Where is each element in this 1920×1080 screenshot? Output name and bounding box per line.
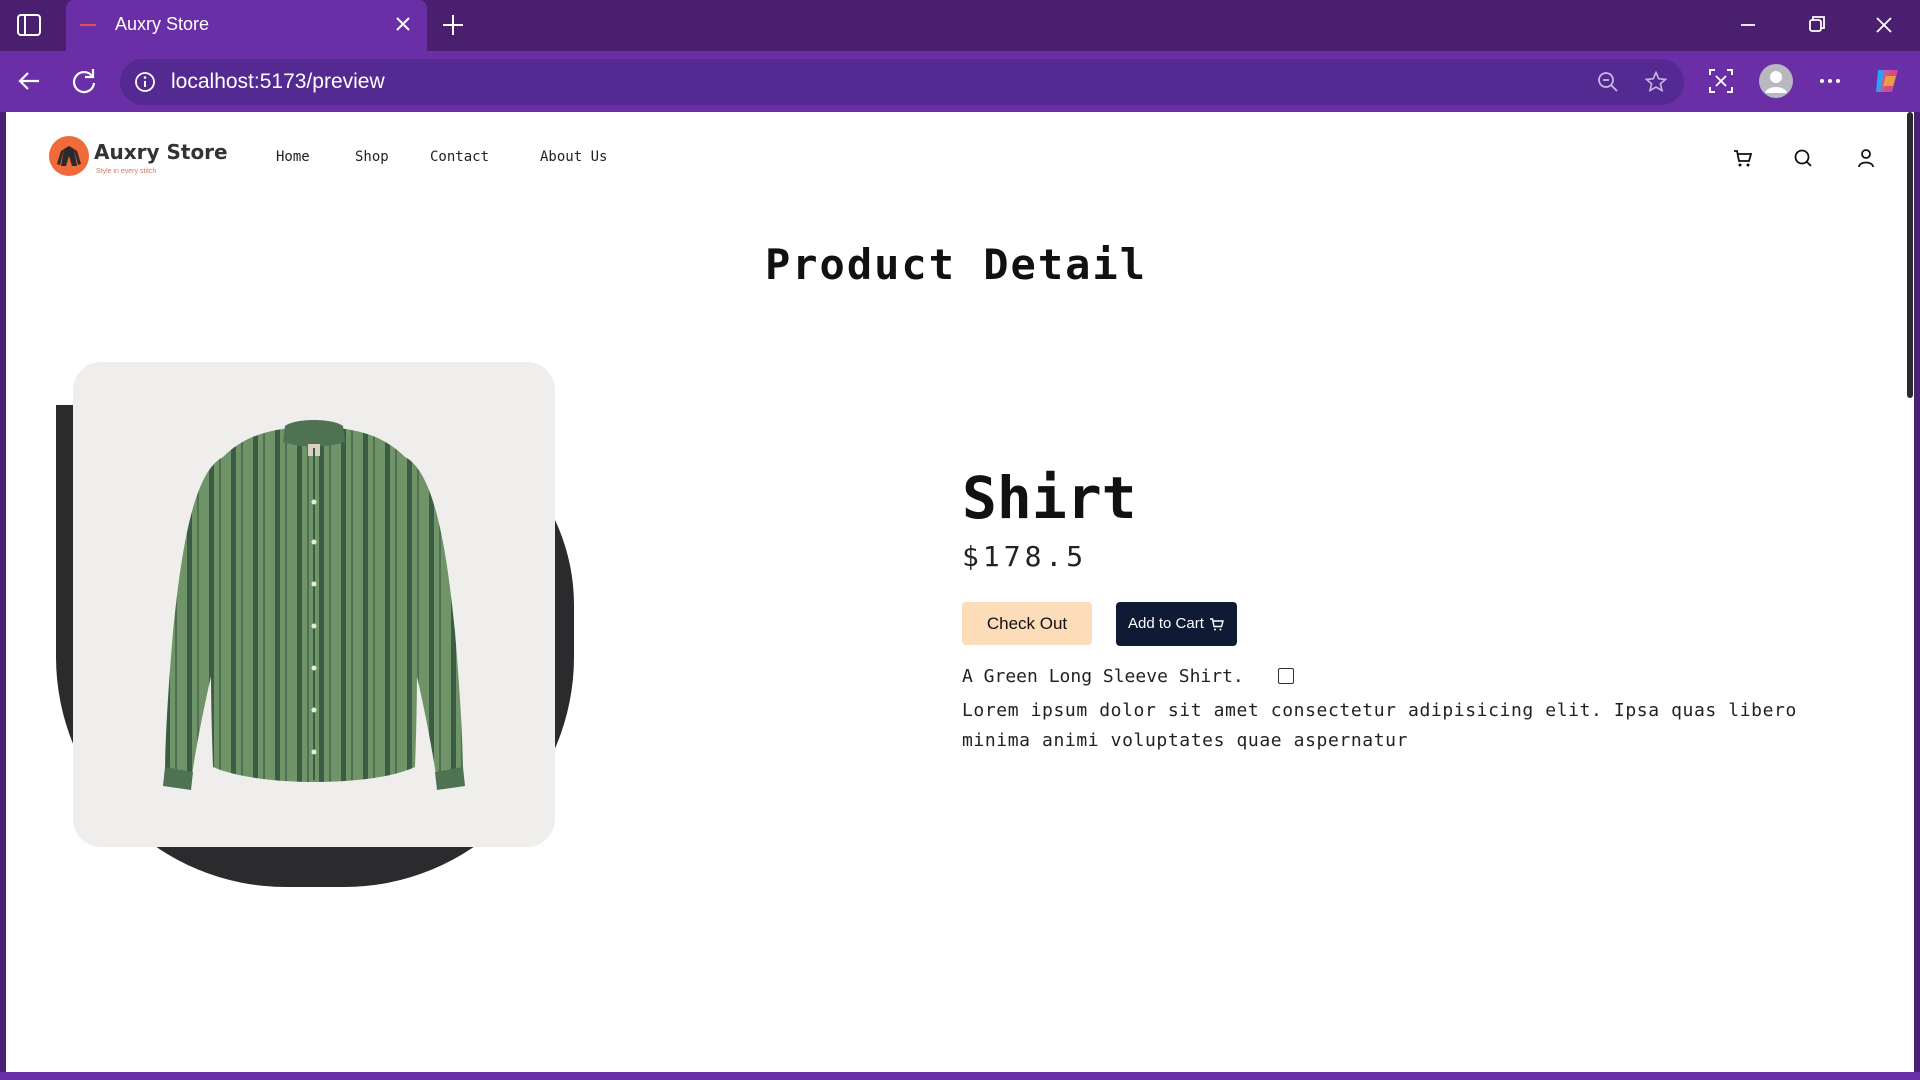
window-bottom-edge bbox=[0, 1072, 1920, 1080]
tab-close-icon[interactable] bbox=[391, 12, 415, 36]
reload-icon[interactable] bbox=[67, 64, 101, 98]
brand-name: Auxry Store bbox=[94, 140, 228, 164]
nav-contact[interactable]: Contact bbox=[430, 149, 489, 165]
checkout-button[interactable]: Check Out bbox=[962, 602, 1092, 645]
page-viewport: Auxry Store Style in every stitch Home S… bbox=[6, 112, 1906, 1072]
copilot-icon[interactable] bbox=[1870, 64, 1904, 98]
more-options-icon[interactable] bbox=[1813, 64, 1847, 98]
site-info-icon[interactable] bbox=[134, 71, 156, 93]
new-tab-icon[interactable] bbox=[440, 12, 466, 38]
zoom-out-icon[interactable] bbox=[1596, 70, 1620, 94]
url-text[interactable]: localhost:5173/preview bbox=[171, 70, 385, 94]
minimize-icon[interactable] bbox=[1726, 10, 1770, 40]
brand-tagline: Style in every stitch bbox=[96, 168, 157, 175]
description-checkbox[interactable] bbox=[1278, 668, 1294, 684]
address-bar[interactable]: localhost:5173/preview bbox=[120, 59, 1684, 105]
scrollbar-thumb[interactable] bbox=[1907, 112, 1913, 398]
screenshot-icon[interactable] bbox=[1704, 64, 1738, 98]
product-price: $178.5 bbox=[962, 540, 1088, 573]
search-icon[interactable] bbox=[1791, 146, 1815, 170]
sidebar-toggle-icon[interactable] bbox=[14, 12, 46, 38]
browser-toolbar: localhost:5173/preview bbox=[0, 51, 1920, 112]
site-logo[interactable]: Auxry Store Style in every stitch bbox=[49, 136, 269, 186]
restore-icon[interactable] bbox=[1794, 10, 1838, 40]
profile-icon bbox=[1765, 71, 1787, 93]
product-image bbox=[73, 362, 555, 847]
nav-about-us[interactable]: About Us bbox=[540, 149, 607, 165]
cart-icon[interactable] bbox=[1731, 146, 1755, 170]
tab-title: Auxry Store bbox=[115, 14, 210, 34]
page-scrollbar[interactable] bbox=[1906, 112, 1914, 1072]
favorite-star-icon[interactable] bbox=[1644, 70, 1668, 94]
product-short-description: A Green Long Sleeve Shirt. bbox=[962, 666, 1244, 687]
nav-shop[interactable]: Shop bbox=[355, 149, 389, 165]
user-icon[interactable] bbox=[1854, 146, 1878, 170]
back-icon[interactable] bbox=[12, 64, 46, 98]
add-to-cart-button[interactable]: Add to Cart bbox=[1116, 602, 1237, 646]
window-close-icon[interactable] bbox=[1862, 10, 1906, 40]
logo-mark bbox=[49, 136, 89, 176]
page-title: Product Detail bbox=[764, 240, 1147, 289]
nav-home[interactable]: Home bbox=[276, 149, 310, 165]
add-to-cart-label: Add to Cart bbox=[1128, 615, 1204, 632]
browser-tab-bar: Auxry Store bbox=[0, 0, 1920, 51]
profile-avatar[interactable] bbox=[1759, 64, 1793, 98]
cart-button-icon bbox=[1210, 618, 1224, 631]
shirt-illustration bbox=[163, 420, 465, 790]
tab-favicon-icon bbox=[80, 24, 96, 26]
browser-tab[interactable]: Auxry Store bbox=[66, 0, 427, 51]
product-long-description: Lorem ipsum dolor sit amet consectetur a… bbox=[962, 700, 1797, 751]
jacket-logo-icon bbox=[57, 146, 81, 166]
product-name: Shirt bbox=[962, 464, 1137, 532]
